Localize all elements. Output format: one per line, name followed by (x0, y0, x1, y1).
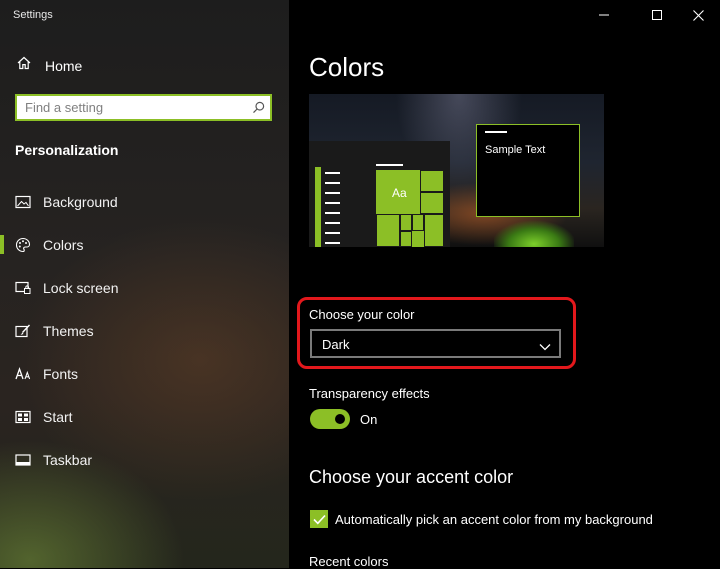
sidebar-item-label: Start (43, 408, 73, 425)
fonts-icon (15, 366, 31, 382)
app-title: Settings (13, 9, 53, 21)
preview-tent-glow (494, 212, 574, 247)
section-title: Personalization (15, 142, 119, 158)
taskbar-icon (15, 452, 31, 468)
preview-menu-lines (325, 172, 340, 247)
recent-colors-label: Recent colors (309, 554, 389, 569)
nav-list: Background Colors Lock screen Themes Fon… (0, 180, 289, 481)
theme-preview: Aa Sample Text (309, 94, 604, 247)
close-icon[interactable] (678, 0, 718, 30)
preview-accent-column (315, 167, 321, 247)
search-icon[interactable] (246, 101, 270, 114)
checkmark-icon (312, 514, 326, 524)
lock-screen-icon (15, 280, 31, 296)
sidebar-item-themes[interactable]: Themes (0, 309, 289, 352)
sidebar-item-taskbar[interactable]: Taskbar (0, 438, 289, 481)
sidebar-item-label: Lock screen (43, 279, 119, 296)
home-icon (17, 56, 31, 75)
palette-icon (15, 237, 31, 253)
toggle-knob (335, 414, 345, 424)
themes-brush-icon (15, 323, 31, 339)
preview-window: Sample Text (476, 124, 580, 217)
sidebar-item-start[interactable]: Start (0, 395, 289, 438)
auto-accent-label: Automatically pick an accent color from … (335, 512, 653, 527)
start-menu-icon (15, 409, 31, 425)
sidebar-item-label: Themes (43, 322, 94, 339)
accent-section-title: Choose your accent color (309, 467, 514, 487)
main-content: Colors Aa Sample Text Choose your color … (289, 0, 720, 569)
sidebar-item-fonts[interactable]: Fonts (0, 352, 289, 395)
sidebar-item-label: Colors (43, 236, 84, 253)
auto-accent-checkbox[interactable] (310, 510, 328, 528)
preview-tiles: Aa (376, 170, 444, 247)
choose-color-dropdown[interactable]: Dark (310, 329, 561, 358)
sidebar-item-label: Background (43, 193, 118, 210)
choose-color-label: Choose your color (309, 307, 415, 322)
preview-sample-text: Sample Text (485, 144, 546, 156)
sidebar-item-colors[interactable]: Colors (0, 223, 289, 266)
background-image-icon (15, 194, 31, 210)
preview-tile-text: Aa (392, 186, 407, 200)
search-input[interactable] (17, 96, 246, 119)
sidebar-item-label: Taskbar (43, 451, 93, 468)
sidebar-item-background[interactable]: Background (0, 180, 289, 223)
sidebar: Settings Home Personalization Background… (0, 0, 289, 568)
transparency-state: On (360, 412, 378, 427)
page-title: Colors (309, 52, 385, 82)
search-box (15, 94, 272, 121)
transparency-toggle[interactable] (310, 409, 350, 429)
chevron-down-icon (539, 338, 551, 356)
sidebar-item-label: Fonts (43, 365, 79, 382)
choose-color-value: Dark (322, 337, 350, 352)
home-link[interactable]: Home (17, 56, 82, 75)
home-label: Home (45, 57, 83, 74)
transparency-label: Transparency effects (309, 386, 430, 401)
preview-start-bar (376, 164, 403, 166)
sidebar-item-lock-screen[interactable]: Lock screen (0, 266, 289, 309)
minimize-icon[interactable] (584, 0, 624, 30)
maximize-icon[interactable] (637, 0, 677, 30)
